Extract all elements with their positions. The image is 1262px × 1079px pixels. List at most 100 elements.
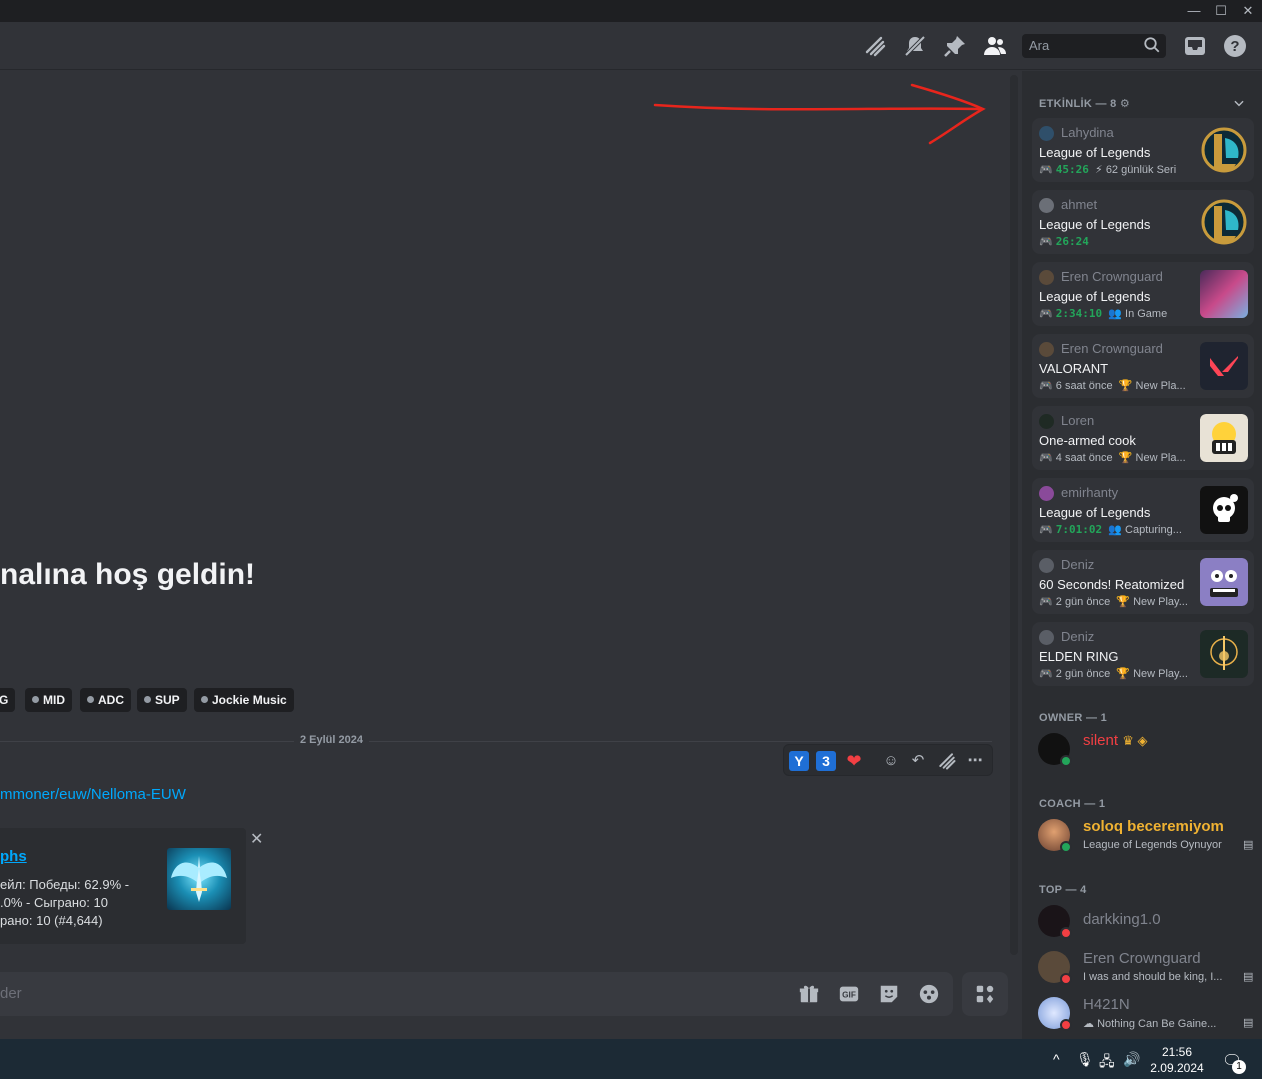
member-status-text: I was and should be king, I...	[1083, 971, 1223, 983]
activity-user: Deniz	[1061, 629, 1095, 644]
member-coach[interactable]: soloq beceremiyom League of Legends Oynu…	[1038, 814, 1262, 856]
activity-card[interactable]: Eren Crownguard League of Legends 🎮 2:34…	[1032, 262, 1254, 326]
member-owner[interactable]: silent ♛ ◈	[1038, 728, 1262, 770]
coach-section-title: COACH — 1	[1039, 798, 1106, 810]
minimize-button[interactable]: —	[1180, 2, 1208, 20]
member-top[interactable]: H421N ☁ Nothing Can Be Gaine... ▤	[1038, 992, 1262, 1034]
mute-bell-icon[interactable]	[903, 34, 927, 58]
activity-card[interactable]: Lahydina League of Legends 🎮 45:26 ⚡ 62 …	[1032, 118, 1254, 182]
avatar	[1039, 414, 1054, 429]
gif-icon[interactable]: GIF	[838, 983, 860, 1005]
create-thread-icon[interactable]	[937, 751, 957, 771]
message-link[interactable]: mmoner/euw/Nelloma-EUW	[0, 786, 186, 803]
chevron-down-icon[interactable]	[1232, 96, 1246, 110]
crown-icon: ♛ ◈	[1122, 733, 1148, 748]
activity-game: League of Legends	[1039, 505, 1151, 520]
activity-meta: 🎮 6 saat önce 🏆 New Pla...	[1039, 380, 1186, 392]
gamepad-icon: 🎮	[1039, 596, 1053, 608]
activity-card[interactable]: Loren One-armed cook 🎮 4 saat önce 🏆 New…	[1032, 406, 1254, 470]
welcome-heading: nalına hoş geldin!	[0, 558, 256, 591]
reaction-y-button[interactable]: Y	[789, 751, 809, 771]
member-top[interactable]: Eren Crownguard I was and should be king…	[1038, 946, 1262, 988]
role-tag[interactable]: ADC	[80, 688, 131, 712]
owner-section-title: OWNER — 1	[1039, 712, 1108, 724]
activity-card[interactable]: emirhanty League of Legends 🎮 7:01:02 👥 …	[1032, 478, 1254, 542]
activity-user: emirhanty	[1061, 485, 1119, 500]
gamepad-icon: 🎮	[1039, 164, 1053, 176]
skull-icon	[1200, 486, 1248, 534]
link-embed: phs ейл: Победы: 62.9% - .0% - Сыграно: …	[0, 828, 246, 944]
member-name: H421N	[1083, 996, 1130, 1013]
message-actions: Y 3 ❤ ☺ ↶ ⋯	[783, 744, 993, 776]
gear-icon[interactable]: ⚙	[1120, 98, 1130, 110]
threads-icon[interactable]	[863, 34, 887, 58]
volume-icon[interactable]: 🔊	[1123, 1051, 1140, 1068]
snow-cloud-icon: ☁	[1083, 1018, 1094, 1030]
trophy-icon: 🏆	[1118, 380, 1133, 392]
message-composer[interactable]: der GIF	[0, 972, 953, 1016]
emoji-icon[interactable]	[918, 983, 940, 1005]
dnd-status-icon	[1060, 927, 1072, 939]
member-status-text: ☁ Nothing Can Be Gaine...	[1083, 1018, 1217, 1030]
more-options-icon[interactable]: ⋯	[965, 751, 985, 771]
network-icon[interactable]: 🖧	[1099, 1051, 1115, 1075]
gamepad-icon: 🎮	[1039, 308, 1053, 320]
reply-icon[interactable]: ↶	[908, 751, 928, 771]
activity-user: Eren Crownguard	[1061, 341, 1163, 356]
chevron-up-icon[interactable]: ^	[1053, 1051, 1060, 1067]
inbox-icon[interactable]	[1183, 34, 1207, 58]
activity-meta: 🎮 26:24	[1039, 235, 1089, 248]
embed-close-button[interactable]: ✕	[250, 829, 263, 849]
gift-icon[interactable]	[798, 983, 820, 1005]
embed-thumbnail	[167, 848, 231, 910]
activity-meta: 🎮 45:26 ⚡ 62 günlük Seri	[1039, 163, 1177, 176]
help-icon[interactable]: ?	[1223, 34, 1247, 58]
apps-button[interactable]	[962, 972, 1008, 1016]
online-status-icon	[1060, 841, 1072, 853]
apps-icon	[976, 985, 994, 1004]
party-icon: 👥	[1108, 308, 1122, 320]
role-tag[interactable]: G	[0, 688, 16, 712]
sticker-icon[interactable]	[878, 983, 900, 1005]
avatar	[1039, 342, 1054, 357]
activity-game: League of Legends	[1039, 289, 1151, 304]
activity-card[interactable]: Eren Crownguard VALORANT 🎮 6 saat önce 🏆…	[1032, 334, 1254, 398]
activity-meta: 🎮 2 gün önce 🏆 New Play...	[1039, 668, 1188, 680]
composer-placeholder: der	[0, 985, 22, 1002]
member-top[interactable]: darkking1.0	[1038, 900, 1262, 942]
chat-scrollbar[interactable]	[1010, 75, 1018, 955]
pin-icon[interactable]	[943, 34, 967, 58]
activity-card[interactable]: Deniz 60 Seconds! Reatomized 🎮 2 gün önc…	[1032, 550, 1254, 614]
add-reaction-icon[interactable]: ☺	[881, 751, 901, 771]
dot-icon	[144, 696, 151, 703]
trophy-icon: 🏆	[1116, 596, 1131, 608]
reaction-3-button[interactable]: 3	[816, 751, 836, 771]
annotation-arrow-icon	[653, 83, 986, 145]
note-icon: ▤	[1243, 839, 1254, 851]
maximize-button[interactable]: ☐	[1207, 2, 1235, 20]
channel-header: Ara ?	[0, 22, 1262, 70]
activity-card[interactable]: Deniz ELDEN RING 🎮 2 gün önce 🏆 New Play…	[1032, 622, 1254, 686]
members-icon[interactable]	[983, 34, 1007, 58]
embed-title[interactable]: phs	[0, 848, 27, 865]
member-name: Eren Crownguard	[1083, 950, 1201, 967]
elden-ring-icon	[1200, 630, 1248, 678]
reaction-heart-button[interactable]: ❤	[844, 751, 864, 771]
role-tag[interactable]: Jockie Music	[194, 688, 294, 712]
activity-meta: 🎮 7:01:02 👥 Capturing...	[1039, 523, 1182, 536]
close-button[interactable]: ✕	[1234, 2, 1262, 20]
trophy-icon: 🏆	[1116, 668, 1131, 680]
dot-icon	[201, 696, 208, 703]
gamepad-icon: 🎮	[1039, 380, 1053, 392]
date-divider	[0, 741, 992, 742]
activity-game: ELDEN RING	[1039, 649, 1119, 664]
role-tag[interactable]: SUP	[137, 688, 187, 712]
system-clock[interactable]: 21:56 2.09.2024	[1150, 1044, 1204, 1076]
microphone-icon[interactable]: 🎙	[1076, 1051, 1094, 1068]
activity-user: Lahydina	[1061, 125, 1114, 140]
role-tag[interactable]: MID	[25, 688, 72, 712]
avatar	[1039, 630, 1054, 645]
activity-meta: 🎮 4 saat önce 🏆 New Pla...	[1039, 452, 1186, 464]
activity-card[interactable]: ahmet League of Legends 🎮 26:24	[1032, 190, 1254, 254]
member-sidebar: ETKİNLİK — 8 ⚙ Lahydina League of Legend…	[1022, 71, 1262, 1039]
